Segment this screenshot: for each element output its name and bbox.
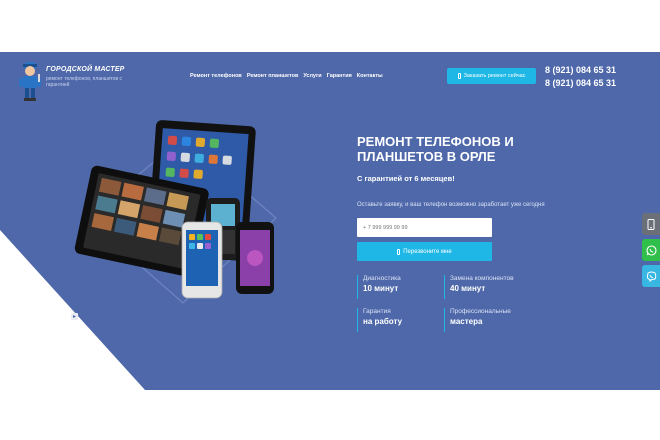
feature-value: 40 минут (450, 284, 486, 293)
nav-item-tablets-repair[interactable]: Ремонт планшетов (247, 73, 299, 79)
phone-number-input[interactable] (357, 218, 492, 237)
order-repair-button[interactable]: Заказать ремонт сейчас (447, 68, 536, 84)
callback-button-label: Перезвоните мне (403, 248, 452, 255)
feature-item: Диагностика 10 минут (357, 275, 401, 299)
nav-item-services[interactable]: Услуги (303, 73, 321, 79)
features-grid: Диагностика 10 минут Замена компонентов … (357, 275, 537, 335)
feature-label: Профессиональные (450, 308, 511, 315)
scroll-icon[interactable] (71, 313, 78, 320)
phone-icon (457, 73, 461, 79)
side-contact-panel (642, 213, 660, 291)
nav-item-phones-repair[interactable]: Ремонт телефонов (190, 73, 242, 79)
whatsapp-icon[interactable] (642, 239, 660, 261)
phone-icon (397, 248, 401, 255)
nav-item-contacts[interactable]: Контакты (357, 73, 383, 79)
logo-title: ГОРОДСКОЙ МАСТЕР (46, 66, 125, 73)
main-nav: Ремонт телефонов Ремонт планшетов Услуги… (190, 73, 383, 79)
landing-page: ГОРОДСКОЙ МАСТЕР ремонт телефонов, планш… (0, 0, 660, 440)
callback-button[interactable]: Перезвоните мне (357, 242, 492, 261)
phone-icon[interactable] (642, 213, 660, 235)
feature-label: Диагностика (363, 275, 401, 282)
order-repair-button-label: Заказать ремонт сейчас (463, 73, 526, 79)
hero-headline: РЕМОНТ ТЕЛЕФОНОВ И ПЛАНШЕТОВ В ОРЛЕ (357, 134, 514, 164)
feature-value: 10 минут (363, 284, 399, 293)
hero-guarantee: С гарантией от 6 месяцев! (357, 174, 455, 183)
hero-prompt: Оставьте заявку, и ваш телефон возможно … (357, 202, 545, 208)
feature-item: Профессиональные мастера (444, 308, 511, 332)
feature-value: на работу (363, 317, 403, 326)
header-phone-number[interactable]: 8 (921) 084 65 31 (545, 77, 616, 90)
feature-value: мастера (450, 317, 483, 326)
feature-item: Гарантия на работу (357, 308, 402, 332)
feature-label: Замена компонентов (450, 275, 514, 282)
logo[interactable]: ГОРОДСКОЙ МАСТЕР ремонт телефонов, планш… (16, 58, 136, 104)
feature-item: Замена компонентов 40 минут (444, 275, 514, 299)
viber-icon[interactable] (642, 265, 660, 287)
nav-item-guarantee[interactable]: Гарантия (327, 73, 352, 79)
header-phone-number[interactable]: 8 (921) 084 65 31 (545, 64, 616, 77)
master-mascot-icon (19, 62, 41, 101)
feature-label: Гарантия (363, 308, 391, 315)
header-phones: 8 (921) 084 65 31 8 (921) 084 65 31 (545, 64, 616, 90)
devices-illustration (74, 120, 277, 304)
logo-subtitle: ремонт телефонов, планшетов с гарантией (46, 76, 122, 88)
